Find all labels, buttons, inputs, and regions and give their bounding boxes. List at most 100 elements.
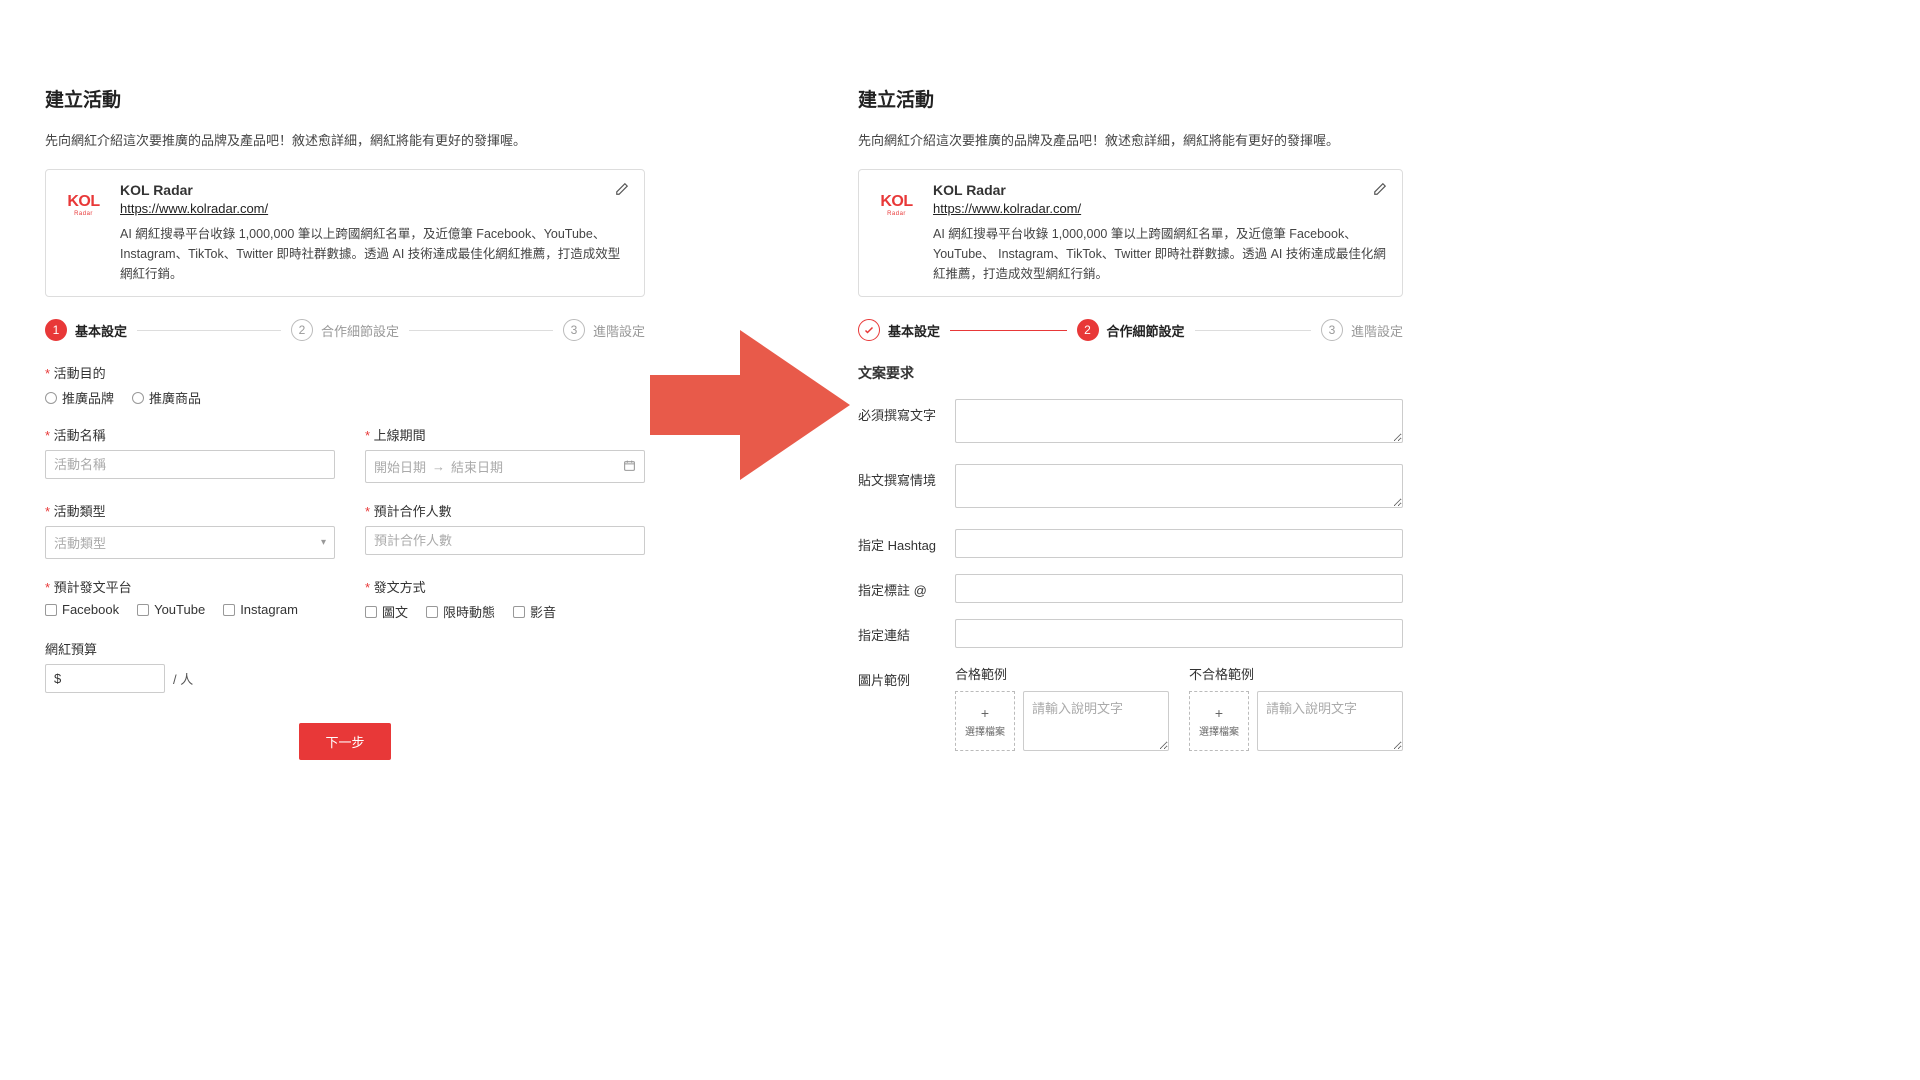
checkbox-icon	[223, 604, 235, 616]
radio-icon	[132, 392, 144, 404]
budget-input[interactable]	[45, 664, 165, 693]
brand-desc: AI 網紅搜尋平台收錄 1,000,000 筆以上跨國網紅名單，及近億筆 Fac…	[933, 224, 1387, 284]
brand-card: KOL Radar KOL Radar https://www.kolradar…	[45, 169, 645, 297]
step-line-2	[409, 330, 553, 331]
step-3-num: 3	[1321, 319, 1343, 341]
step-3-num: 3	[563, 319, 585, 341]
budget-unit: / 人	[173, 669, 193, 688]
plus-icon: +	[1215, 705, 1223, 721]
field-example-label: 圖片範例	[858, 664, 943, 689]
brand-link[interactable]: https://www.kolradar.com/	[933, 201, 1081, 216]
date-range-picker[interactable]: 開始日期 → 結束日期	[365, 450, 645, 483]
step-1-label: 基本設定	[888, 321, 940, 340]
check-ig-label: Instagram	[240, 602, 298, 617]
page-subtitle: 先向網紅介紹這次要推廣的品牌及產品吧！敘述愈詳細，網紅將能有更好的發揮喔。	[45, 130, 645, 149]
radio-product-label: 推廣商品	[149, 388, 201, 407]
edit-icon[interactable]	[1373, 182, 1387, 201]
next-button[interactable]: 下一步	[299, 723, 390, 760]
brand-logo: KOL Radar	[874, 182, 919, 227]
radio-product[interactable]: 推廣商品	[132, 388, 201, 407]
upload-label: 選擇檔案	[1199, 723, 1239, 738]
radio-brand[interactable]: 推廣品牌	[45, 388, 114, 407]
brand-name: KOL Radar	[120, 182, 629, 198]
checkbox-icon	[365, 606, 377, 618]
required-text-textarea[interactable]	[955, 399, 1403, 443]
checkbox-icon	[45, 604, 57, 616]
brand-name: KOL Radar	[933, 182, 1387, 198]
chevron-down-icon: ▾	[321, 537, 326, 548]
logo-sub: Radar	[67, 211, 99, 217]
step-1-num: 1	[45, 319, 67, 341]
brand-logo: KOL Radar	[61, 182, 106, 227]
radio-icon	[45, 392, 57, 404]
step-line-2	[1195, 330, 1311, 331]
checkbox-icon	[426, 606, 438, 618]
bad-example-title: 不合格範例	[1189, 664, 1403, 683]
step-2[interactable]: 2 合作細節設定	[291, 319, 399, 341]
stepper: 1 基本設定 2 合作細節設定 3 進階設定	[45, 319, 645, 341]
radio-brand-label: 推廣品牌	[62, 388, 114, 407]
upload-bad-button[interactable]: + 選擇檔案	[1189, 691, 1249, 751]
step-2[interactable]: 2 合作細節設定	[1077, 319, 1185, 341]
check-story[interactable]: 限時動態	[426, 602, 495, 621]
field-context-label: 貼文撰寫情境	[858, 464, 943, 489]
hashtag-input[interactable]	[955, 529, 1403, 558]
section-heading: 文案要求	[858, 363, 1403, 383]
check-youtube[interactable]: YouTube	[137, 602, 205, 617]
logo-main: KOL	[880, 193, 912, 210]
purpose-label: 活動目的	[45, 363, 645, 382]
step-1-label: 基本設定	[75, 321, 127, 340]
bad-example-textarea[interactable]	[1257, 691, 1403, 751]
type-label: 活動類型	[45, 501, 335, 520]
step-3[interactable]: 3 進階設定	[563, 319, 645, 341]
context-textarea[interactable]	[955, 464, 1403, 508]
page-subtitle: 先向網紅介紹這次要推廣的品牌及產品吧！敘述愈詳細，網紅將能有更好的發揮喔。	[858, 130, 1403, 149]
people-input[interactable]	[365, 526, 645, 555]
type-placeholder: 活動類型	[54, 533, 106, 552]
stepper: 基本設定 2 合作細節設定 3 進階設定	[858, 319, 1403, 341]
step-1[interactable]: 1 基本設定	[45, 319, 127, 341]
upload-good-button[interactable]: + 選擇檔案	[955, 691, 1015, 751]
mention-input[interactable]	[955, 574, 1403, 603]
step-3[interactable]: 3 進階設定	[1321, 319, 1403, 341]
brand-link[interactable]: https://www.kolradar.com/	[120, 201, 268, 216]
field-required-text-label: 必須撰寫文字	[858, 399, 943, 424]
name-label: 活動名稱	[45, 425, 335, 444]
name-input[interactable]	[45, 450, 335, 479]
page-title: 建立活動	[45, 85, 645, 112]
check-fb-label: Facebook	[62, 602, 119, 617]
step-3-label: 進階設定	[1351, 321, 1403, 340]
step-1[interactable]: 基本設定	[858, 319, 940, 341]
step-2-num: 2	[1077, 319, 1099, 341]
people-label: 預計合作人數	[365, 501, 645, 520]
type-select[interactable]: 活動類型 ▾	[45, 526, 335, 559]
logo-sub: Radar	[880, 211, 912, 217]
platform-label: 預計發文平台	[45, 577, 335, 596]
date-start: 開始日期	[374, 457, 426, 476]
step-line-1	[137, 330, 281, 331]
plus-icon: +	[981, 705, 989, 721]
transition-arrow-icon	[650, 330, 850, 480]
step-1-done-num	[858, 319, 880, 341]
panel-step2: 建立活動 先向網紅介紹這次要推廣的品牌及產品吧！敘述愈詳細，網紅將能有更好的發揮…	[858, 85, 1403, 772]
budget-label: 網紅預算	[45, 639, 645, 658]
page-title: 建立活動	[858, 85, 1403, 112]
check-facebook[interactable]: Facebook	[45, 602, 119, 617]
date-end: 結束日期	[451, 457, 503, 476]
check-yt-label: YouTube	[154, 602, 205, 617]
bad-example-block: 不合格範例 + 選擇檔案	[1189, 664, 1403, 756]
good-example-block: 合格範例 + 選擇檔案	[955, 664, 1169, 756]
panel-step1: 建立活動 先向網紅介紹這次要推廣的品牌及產品吧！敘述愈詳細，網紅將能有更好的發揮…	[45, 85, 645, 760]
good-example-textarea[interactable]	[1023, 691, 1169, 751]
check-video[interactable]: 影音	[513, 602, 556, 621]
step-2-label: 合作細節設定	[321, 321, 399, 340]
field-link-label: 指定連結	[858, 619, 943, 644]
method-label: 發文方式	[365, 577, 645, 596]
calendar-icon	[623, 459, 636, 475]
edit-icon[interactable]	[615, 182, 629, 201]
good-example-title: 合格範例	[955, 664, 1169, 683]
step-2-label: 合作細節設定	[1107, 321, 1185, 340]
check-instagram[interactable]: Instagram	[223, 602, 298, 617]
link-input[interactable]	[955, 619, 1403, 648]
check-imagetext[interactable]: 圖文	[365, 602, 408, 621]
